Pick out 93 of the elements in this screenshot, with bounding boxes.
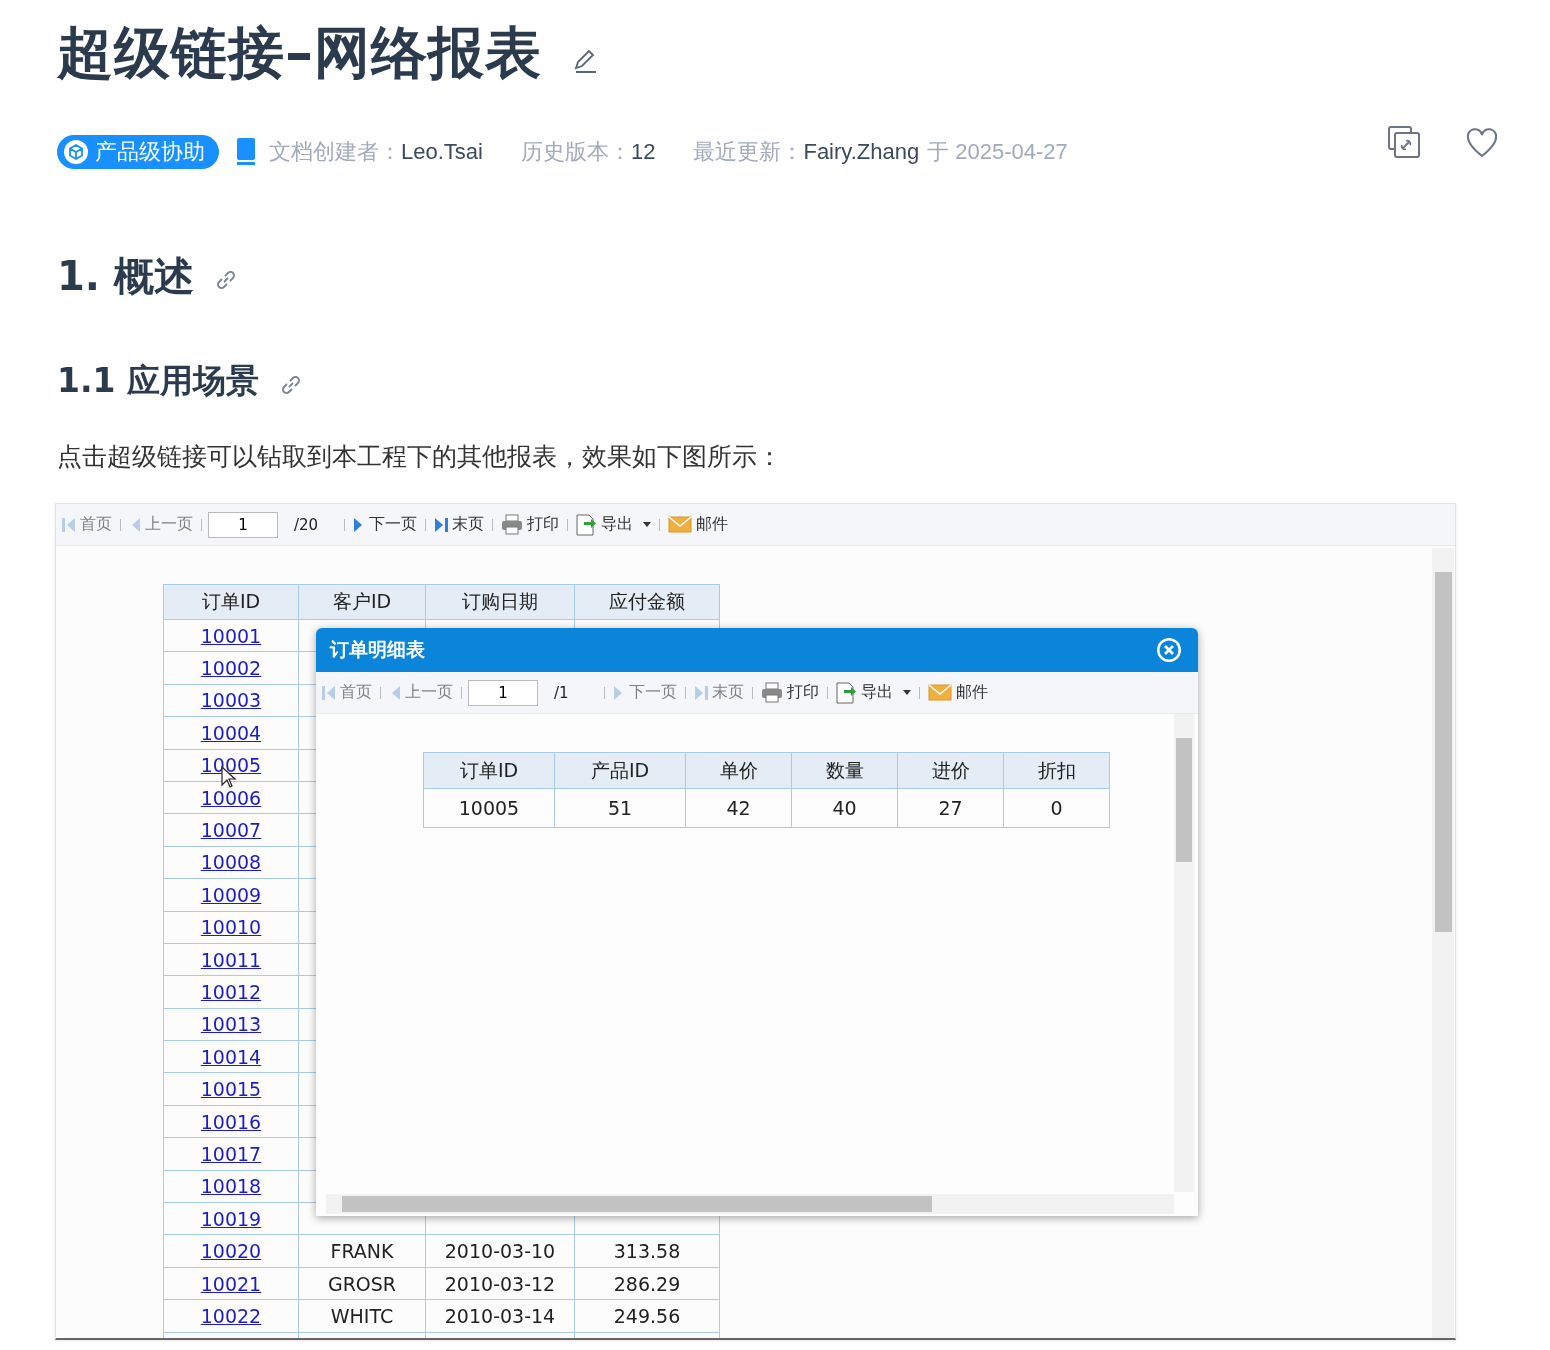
table-cell: 2010-03-14 [426,1300,575,1333]
envelope-icon [668,515,692,534]
table-cell: 10005 [424,789,555,828]
export-button[interactable]: 导出 [834,681,913,704]
envelope-icon [928,683,952,702]
column-header: 订购日期 [426,584,575,620]
table-cell: 42 [686,789,792,828]
table-cell: 0 [1004,789,1110,828]
version-number: 12 [630,139,656,165]
column-header: 客户ID [299,584,426,620]
table-cell: 51 [555,789,686,828]
author-name: Fairy.Zhang [803,139,920,165]
column-header: 进价 [898,752,1004,789]
cube-icon [63,139,89,165]
toolbar-button[interactable]: 邮件 [666,514,730,535]
table-cell: 40 [792,789,898,828]
table-cell: 313.58 [575,1235,720,1268]
close-icon[interactable] [1156,637,1182,663]
column-header: 订单ID [164,584,299,620]
body-text: 点击超级链接可以钻取到本工程下的其他报表，效果如下图所示： [57,440,782,473]
table-cell: 2010-03-12 [426,1267,575,1301]
caret-icon [643,522,651,527]
order-link[interactable]: 10022 [200,1304,262,1327]
order-link[interactable]: 10008 [200,851,262,874]
column-header: 产品ID [555,752,686,789]
caret-icon [903,690,911,695]
order-link[interactable]: 10001 [200,624,262,647]
order-link[interactable]: 10015 [200,1078,262,1101]
column-header: 数量 [792,752,898,789]
first-page-icon [322,684,336,701]
scrollbar[interactable] [1432,548,1454,1338]
edit-icon[interactable] [572,48,598,74]
export-button[interactable]: 导出 [574,513,653,536]
order-link[interactable]: 10005 [200,754,262,777]
printer-icon [501,514,523,535]
page-number-field[interactable]: 1 [468,679,538,706]
toolbar-button[interactable]: 下一页 [351,514,419,535]
order-link[interactable]: 10021 [200,1272,262,1295]
export-icon [576,513,597,536]
column-header: 单价 [686,752,792,789]
table-cell: 249.56 [575,1300,720,1333]
author-name: Leo.Tsai [401,139,483,165]
last-page-icon [694,684,708,701]
table-cell: WHITC [299,1300,426,1333]
last-page-icon [434,516,448,533]
order-link[interactable]: 10017 [200,1142,262,1165]
order-link[interactable]: 10004 [200,721,262,744]
toolbar-button[interactable]: 末页 [432,514,486,535]
order-link[interactable]: 10010 [200,916,262,939]
column-header: 订单ID [424,752,555,789]
export-icon [836,681,857,704]
table-cell: 2010-03-10 [426,1235,575,1268]
page-title: 超级链接–网络报表 [57,19,542,87]
popup-title: 订单明细表 [330,637,425,662]
page-count: /20 [294,515,320,534]
field-label: 最近更新： [693,138,804,166]
order-link[interactable]: 10016 [200,1110,262,1133]
heart-icon[interactable] [1466,128,1498,158]
column-header: 应付金额 [575,584,720,620]
order-link[interactable]: 10020 [200,1240,262,1263]
page-count: /1 [554,683,570,702]
book-icon [235,138,257,166]
toolbar-button[interactable]: 打印 [499,514,561,535]
table-cell: 27 [898,789,1004,828]
order-link[interactable]: 10014 [200,1045,262,1068]
order-link[interactable]: 10019 [200,1207,262,1230]
order-link[interactable]: 10012 [200,981,262,1003]
section-heading: 1. 概述 [57,251,194,301]
printer-icon [761,682,783,703]
subsection-heading: 1.1 应用场景 [57,359,259,402]
toolbar-button[interactable]: 打印 [759,682,821,703]
toolbar-button[interactable]: 邮件 [926,682,990,703]
badge: 产品级协助 [57,135,219,169]
order-link[interactable]: 10006 [200,786,262,809]
update-date: 于 2025-04-27 [927,138,1068,166]
table-cell: 286.29 [575,1267,720,1301]
copy-link-icon[interactable] [1388,126,1422,160]
table-cell: GROSR [299,1267,426,1301]
order-link[interactable]: 10018 [200,1175,262,1198]
column-header: 折扣 [1004,752,1110,789]
field-label: 历史版本： [520,138,631,166]
table-cell: FRANK [299,1235,426,1268]
order-link[interactable]: 10009 [200,883,262,906]
order-link[interactable]: 10013 [200,1013,262,1036]
field-label: 文档创建者： [269,138,401,166]
scrollbar[interactable] [1174,714,1194,1192]
order-link[interactable]: 10002 [200,657,262,680]
order-link[interactable]: 10003 [200,689,262,712]
order-link[interactable]: 10007 [200,819,262,842]
order-link[interactable]: 10011 [200,948,262,971]
first-page-icon [62,516,76,533]
page-number-field[interactable]: 1 [208,511,278,538]
scrollbar[interactable] [326,1194,1174,1214]
